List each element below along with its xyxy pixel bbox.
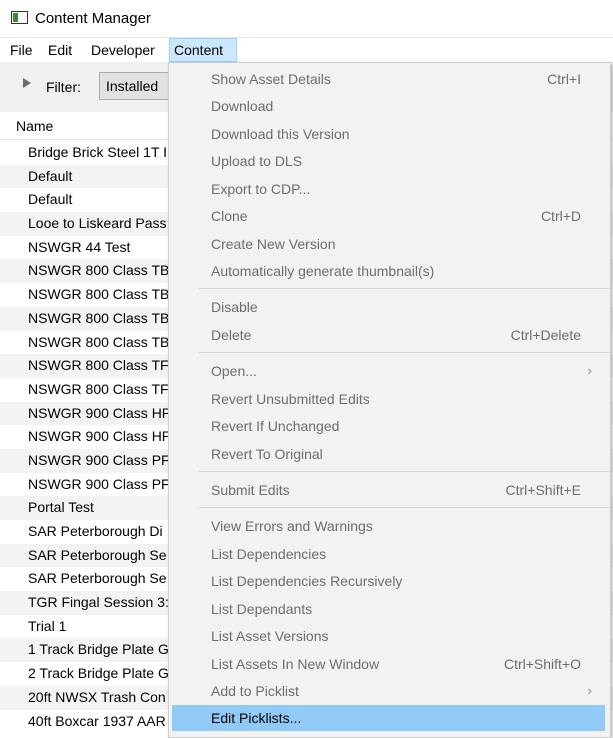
menu-item-auto-thumbnail[interactable]: Automatically generate thumbnail(s) [169,258,610,284]
menu-content[interactable]: Content [169,38,237,62]
menu-bar: File Edit Developer Content [0,38,613,62]
menu-edit[interactable]: Edit [44,38,76,62]
menu-separator [199,471,610,472]
menu-item-create-version[interactable]: Create New Version [169,231,610,257]
menu-item-download-version[interactable]: Download this Version [169,121,610,147]
menu-item-show-asset-details[interactable]: Show Asset Details Ctrl+I [169,66,610,92]
menu-separator [199,507,610,508]
menu-item-revert-if-unchanged[interactable]: Revert If Unchanged [169,413,610,439]
column-header-name[interactable]: Name [16,118,53,134]
menu-item-view-errors[interactable]: View Errors and Warnings [169,513,610,539]
title-bar: Content Manager [0,0,613,38]
filter-label: Filter: [46,79,81,95]
menu-item-list-new-window[interactable]: List Assets In New Window Ctrl+Shift+O [169,651,610,677]
menu-item-list-dependants[interactable]: List Dependants [169,596,610,622]
menu-item-download[interactable]: Download [169,93,610,119]
menu-item-open[interactable]: Open... › [169,358,610,384]
menu-item-list-dependencies[interactable]: List Dependencies [169,541,610,567]
menu-item-export-cdp[interactable]: Export to CDP... [169,176,610,202]
menu-item-edit-picklists[interactable]: Edit Picklists... [172,705,605,731]
expand-arrow-icon[interactable] [23,78,31,88]
menu-item-disable[interactable]: Disable [169,294,610,320]
menu-item-list-dependencies-recursive[interactable]: List Dependencies Recursively [169,568,610,594]
menu-item-add-picklist[interactable]: Add to Picklist › [169,678,610,704]
menu-separator [199,352,610,353]
menu-item-revert-unsubmitted[interactable]: Revert Unsubmitted Edits [169,386,610,412]
menu-item-revert-original[interactable]: Revert To Original [169,441,610,467]
menu-file[interactable]: File [6,38,37,62]
menu-item-list-versions[interactable]: List Asset Versions [169,623,610,649]
chevron-right-icon: › [587,363,592,378]
app-window-icon [11,11,28,24]
menu-item-delete[interactable]: Delete Ctrl+Delete [169,322,610,348]
menu-developer[interactable]: Developer [87,38,159,62]
chevron-right-icon: › [587,683,592,698]
window-title: Content Manager [35,10,151,27]
menu-item-submit-edits[interactable]: Submit Edits Ctrl+Shift+E [169,477,610,503]
menu-separator [199,288,610,289]
menu-item-upload-dls[interactable]: Upload to DLS [169,148,610,174]
menu-item-clone[interactable]: Clone Ctrl+D [169,203,610,229]
content-dropdown-menu: Show Asset Details Ctrl+I Download Downl… [168,62,611,738]
